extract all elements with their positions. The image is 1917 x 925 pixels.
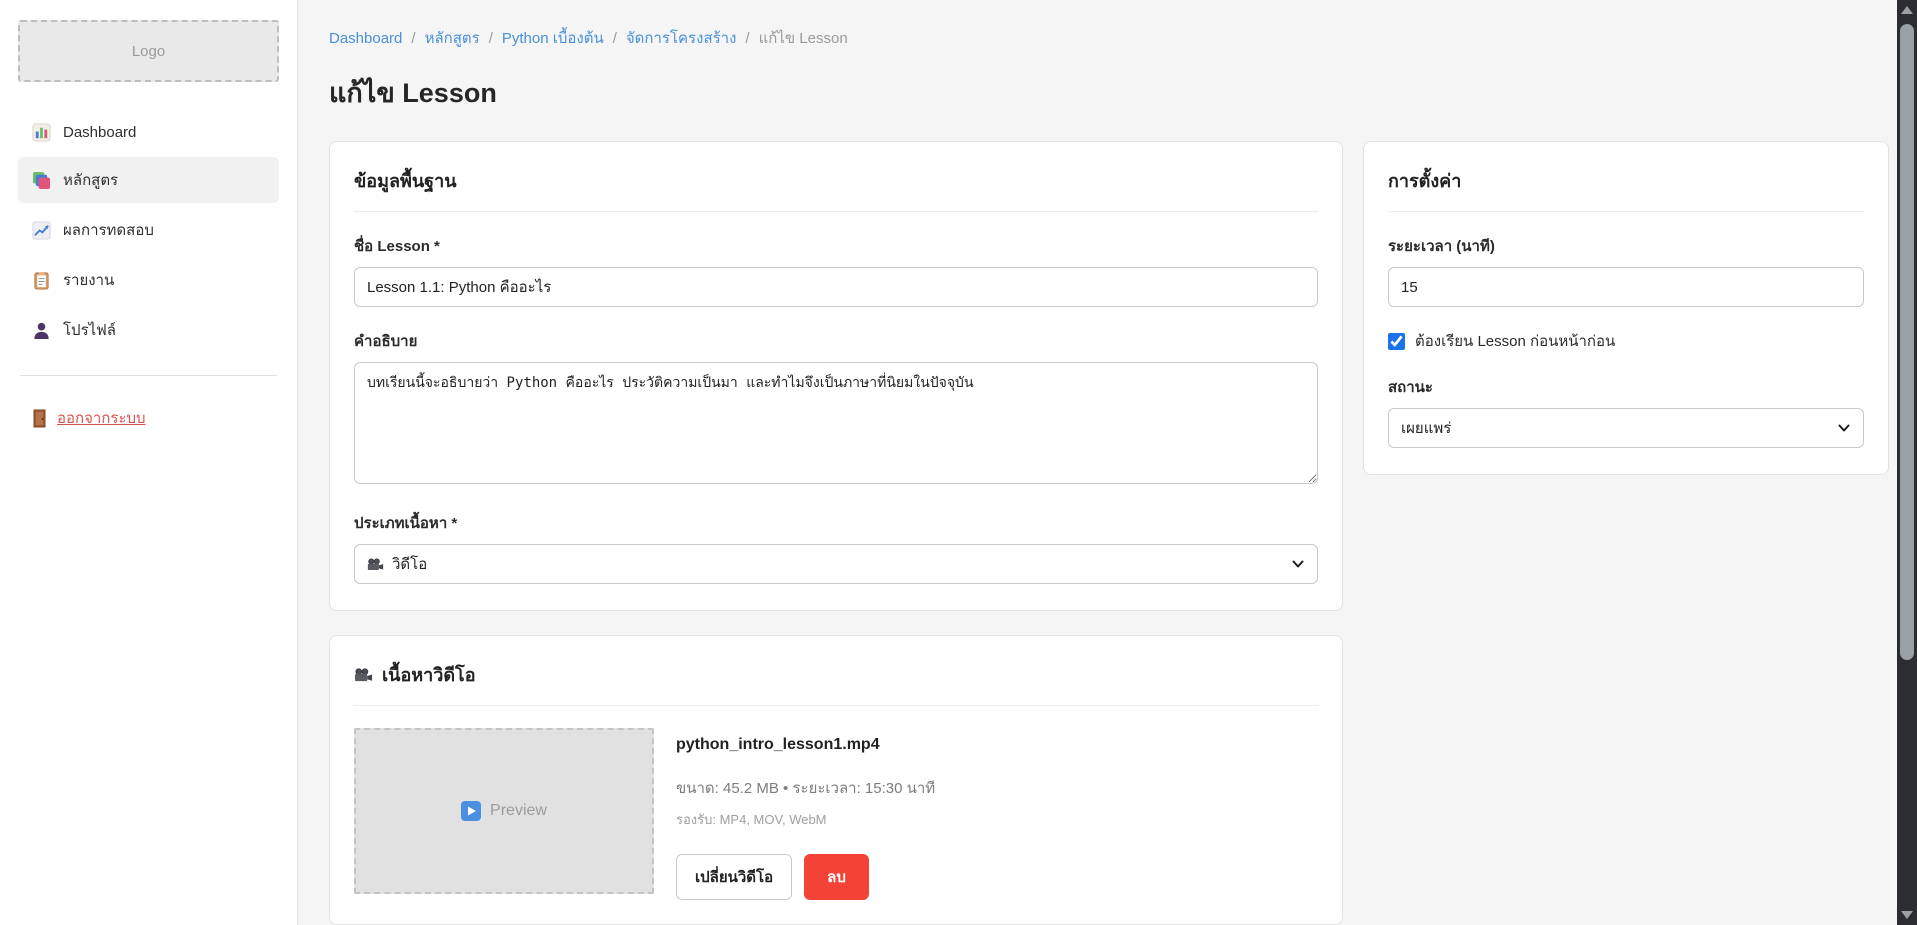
- status-label: สถานะ: [1388, 375, 1864, 399]
- duration-label: ระยะเวลา (นาที): [1388, 234, 1864, 258]
- books-icon: [32, 171, 51, 190]
- description-label: คำอธิบาย: [354, 329, 1318, 353]
- scrollbar-thumb[interactable]: [1900, 24, 1914, 660]
- sidebar-item-label: โปรไฟล์: [63, 318, 116, 342]
- sidebar-item-label: Dashboard: [63, 124, 136, 141]
- sidebar-item-dashboard[interactable]: Dashboard: [18, 112, 279, 153]
- breadcrumb-separator: /: [613, 30, 617, 47]
- video-content-card: เนื้อหาวิดีโอ Preview python_intro_lesso…: [329, 635, 1343, 925]
- video-card-title: เนื้อหาวิดีโอ: [382, 660, 476, 689]
- logo-placeholder: Logo: [18, 20, 279, 82]
- sidebar-item-courses[interactable]: หลักสูตร: [18, 157, 279, 203]
- breadcrumb-current: แก้ไข Lesson: [759, 26, 848, 50]
- video-preview[interactable]: Preview: [354, 728, 654, 894]
- chevron-down-icon: [1291, 557, 1305, 571]
- sidebar-item-label: ผลการทดสอบ: [63, 218, 154, 242]
- settings-title: การตั้งค่า: [1388, 166, 1864, 212]
- sidebar-item-profile[interactable]: โปรไฟล์: [18, 307, 279, 353]
- sidebar-nav: Dashboard หลักสูตร ผลการทดสอบ: [18, 112, 279, 353]
- delete-video-button[interactable]: ลบ: [804, 854, 869, 900]
- settings-card: การตั้งค่า ระยะเวลา (นาที) ต้องเรียน Les…: [1363, 141, 1889, 475]
- chart-increasing-icon: [32, 221, 51, 240]
- description-textarea[interactable]: บทเรียนนี้จะอธิบายว่า Python คืออะไร ประ…: [354, 362, 1318, 484]
- video-supported-formats: รองรับ: MP4, MOV, WebM: [676, 809, 935, 830]
- scrollbar-up-arrow-icon[interactable]: [1901, 6, 1913, 14]
- clipboard-icon: [32, 271, 51, 290]
- change-video-button[interactable]: เปลี่ยนวิดีโอ: [676, 854, 792, 900]
- sidebar-item-reports[interactable]: รายงาน: [18, 257, 279, 303]
- movie-camera-icon: [367, 558, 384, 571]
- logout-link[interactable]: ออกจากระบบ: [18, 398, 279, 438]
- basic-info-title: ข้อมูลพื้นฐาน: [354, 166, 1318, 212]
- bar-chart-icon: [32, 123, 51, 142]
- logout-label: ออกจากระบบ: [57, 406, 146, 430]
- breadcrumb-link-dashboard[interactable]: Dashboard: [329, 30, 402, 47]
- sidebar-item-label: หลักสูตร: [63, 168, 118, 192]
- movie-camera-icon: [354, 668, 373, 682]
- app-viewport: Logo Dashboard หลักสูตร: [0, 0, 1917, 925]
- door-icon: [32, 409, 47, 428]
- video-meta: ขนาด: 45.2 MB • ระยะเวลา: 15:30 นาที: [676, 776, 935, 800]
- breadcrumb-link-structure[interactable]: จัดการโครงสร้าง: [626, 26, 737, 50]
- logo-text: Logo: [132, 43, 165, 60]
- content-type-value: วิดีโอ: [392, 552, 427, 576]
- person-icon: [32, 321, 51, 340]
- page-title: แก้ไข Lesson: [329, 71, 1889, 114]
- sidebar-divider: [20, 375, 277, 376]
- main-content: Dashboard / หลักสูตร / Python เบื้องต้น …: [298, 0, 1917, 925]
- vertical-scrollbar[interactable]: [1897, 0, 1917, 925]
- scrollbar-down-arrow-icon[interactable]: [1901, 911, 1913, 919]
- content-type-select[interactable]: วิดีโอ: [354, 544, 1318, 584]
- preview-label: Preview: [490, 802, 547, 820]
- status-select[interactable]: เผยแพร่: [1388, 408, 1864, 448]
- basic-info-card: ข้อมูลพื้นฐาน ชื่อ Lesson * คำอธิบาย บทเ…: [329, 141, 1343, 611]
- sidebar: Logo Dashboard หลักสูตร: [0, 0, 298, 925]
- prerequisite-checkbox[interactable]: [1388, 333, 1405, 350]
- breadcrumb: Dashboard / หลักสูตร / Python เบื้องต้น …: [329, 26, 1889, 50]
- duration-input[interactable]: [1388, 267, 1864, 307]
- chevron-down-icon: [1837, 421, 1851, 435]
- breadcrumb-separator: /: [489, 30, 493, 47]
- sidebar-item-label: รายงาน: [63, 268, 114, 292]
- breadcrumb-link-course[interactable]: Python เบื้องต้น: [502, 26, 604, 50]
- breadcrumb-link-courses[interactable]: หลักสูตร: [425, 26, 480, 50]
- breadcrumb-separator: /: [411, 30, 415, 47]
- status-value: เผยแพร่: [1401, 416, 1451, 440]
- lesson-name-input[interactable]: [354, 267, 1318, 307]
- prerequisite-label: ต้องเรียน Lesson ก่อนหน้าก่อน: [1415, 329, 1615, 353]
- play-icon: [461, 801, 481, 821]
- content-type-label: ประเภทเนื้อหา *: [354, 511, 1318, 535]
- sidebar-item-test-results[interactable]: ผลการทดสอบ: [18, 207, 279, 253]
- video-info: python_intro_lesson1.mp4 ขนาด: 45.2 MB •…: [676, 728, 935, 900]
- lesson-name-label: ชื่อ Lesson *: [354, 234, 1318, 258]
- breadcrumb-separator: /: [745, 30, 749, 47]
- video-filename: python_intro_lesson1.mp4: [676, 736, 935, 754]
